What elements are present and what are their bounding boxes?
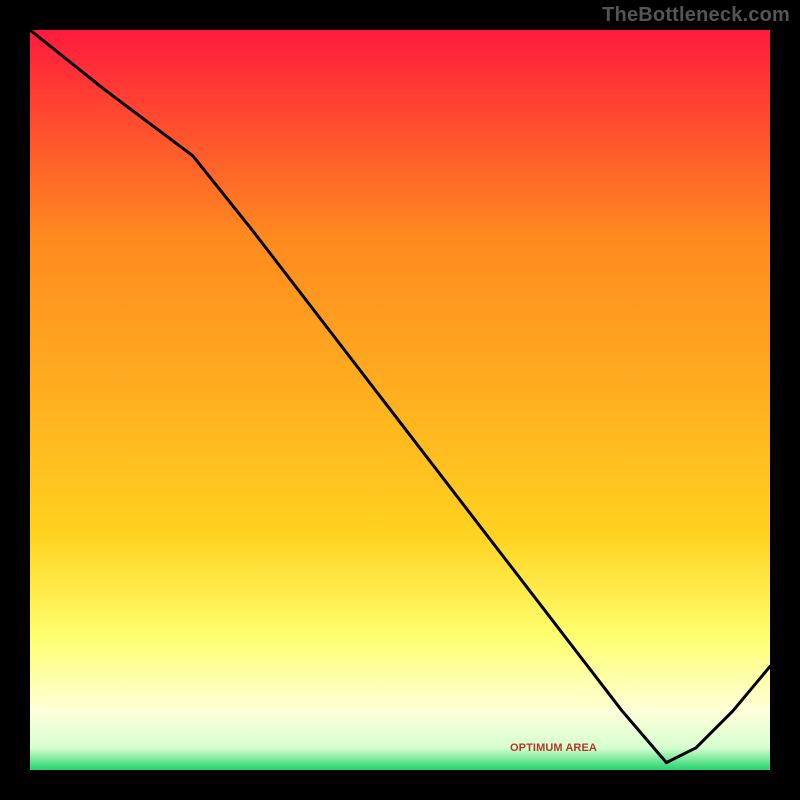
chart-stage: TheBottleneck.com OPTIMUM AREA: [0, 0, 800, 800]
gradient-rect: [30, 30, 770, 770]
plot-area: OPTIMUM AREA: [30, 30, 770, 770]
background-gradient: [30, 30, 770, 770]
optimum-area-label: OPTIMUM AREA: [510, 742, 597, 754]
watermark-text: TheBottleneck.com: [602, 4, 790, 27]
